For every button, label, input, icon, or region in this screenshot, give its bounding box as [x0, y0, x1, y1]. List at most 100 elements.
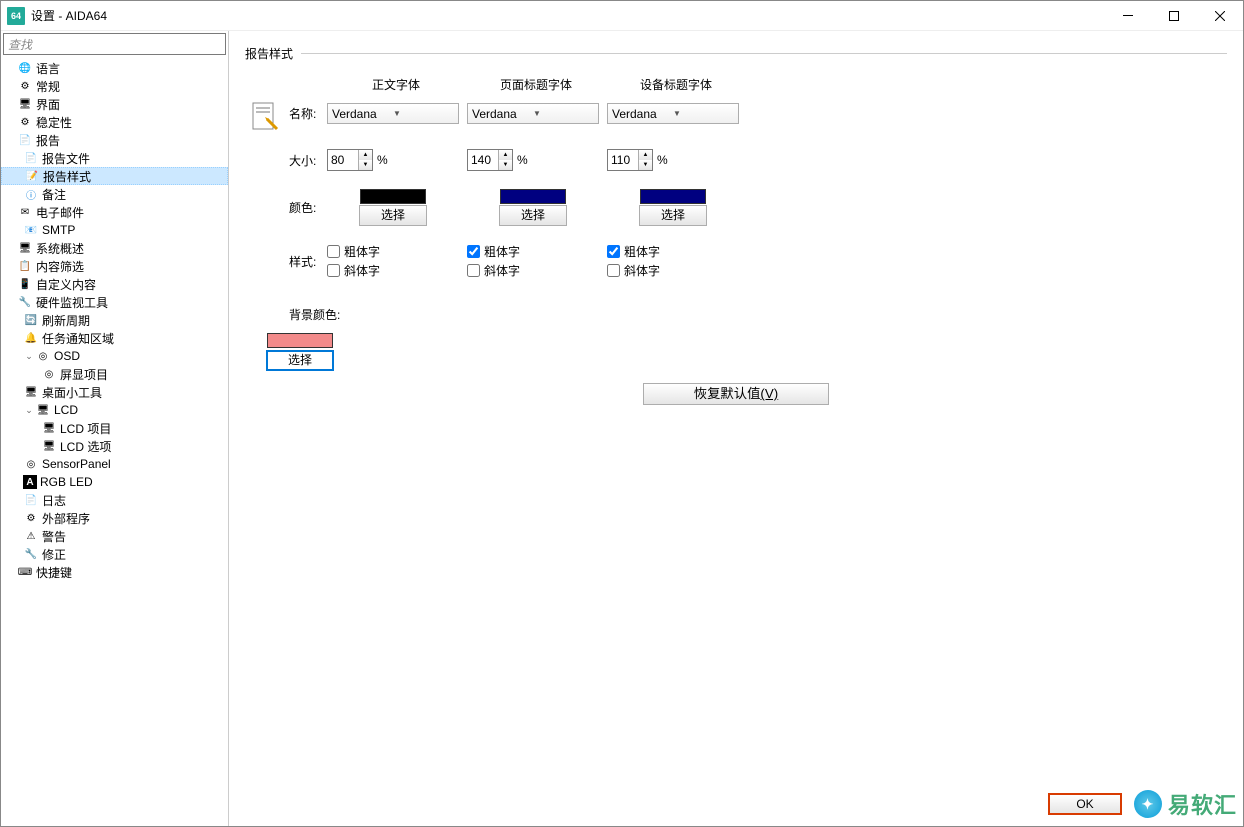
spin-down[interactable]: ▼	[499, 160, 512, 170]
bg-section-title: 背景颜色:	[245, 306, 340, 323]
tree-lcd-items[interactable]: 🖥LCD 项目	[1, 419, 228, 437]
rgb-icon: A	[23, 475, 37, 489]
tree-rgbled[interactable]: ARGB LED	[1, 473, 228, 491]
minimize-button[interactable]	[1105, 1, 1151, 31]
tree-lcd-options[interactable]: 🖥LCD 选项	[1, 437, 228, 455]
section-title: 报告样式	[245, 45, 293, 62]
chevron-down-icon[interactable]: ⌄	[23, 405, 35, 416]
tree-label: 刷新周期	[42, 312, 90, 329]
italic-device-checkbox[interactable]	[607, 264, 620, 277]
tree-lcd[interactable]: ⌄🖥LCD	[1, 401, 228, 419]
spin-up[interactable]: ▲	[359, 150, 372, 160]
sensor-icon: ◎	[23, 456, 39, 472]
tree-sysoverview[interactable]: 🖥系统概述	[1, 239, 228, 257]
tree-smtp[interactable]: 📧SMTP	[1, 221, 228, 239]
col-body-header: 正文字体	[327, 72, 465, 101]
tree-hwmon[interactable]: 🔧硬件监视工具	[1, 293, 228, 311]
italic-body-checkbox[interactable]	[327, 264, 340, 277]
size-device-spinner[interactable]: ▲▼	[607, 149, 653, 171]
tree-report-style[interactable]: 📝报告样式	[1, 167, 228, 185]
check-label: 粗体字	[624, 243, 660, 260]
bg-select-button[interactable]: 选择	[266, 350, 334, 371]
bold-device-checkbox[interactable]	[607, 245, 620, 258]
row-color-label: 颜色:	[245, 199, 325, 216]
tree-label: 常规	[36, 78, 60, 95]
tree-osd-items[interactable]: ◎屏显项目	[1, 365, 228, 383]
size-page-input[interactable]	[468, 150, 498, 170]
spin-up[interactable]: ▲	[639, 150, 652, 160]
filter-icon: 📋	[17, 258, 33, 274]
size-body-input[interactable]	[328, 150, 358, 170]
color-page-select-button[interactable]: 选择	[499, 205, 567, 226]
style-icon: 📝	[24, 168, 40, 184]
tree-contentfilter[interactable]: 📋内容筛选	[1, 257, 228, 275]
dropdown-value: Verdana	[472, 107, 533, 121]
search-input[interactable]: 查找	[3, 33, 226, 55]
tree-report-file[interactable]: 📄报告文件	[1, 149, 228, 167]
bold-body-checkbox[interactable]	[327, 245, 340, 258]
titlebar: 64 设置 - AIDA64	[1, 1, 1243, 31]
tree-gadget[interactable]: 🖥桌面小工具	[1, 383, 228, 401]
osd-icon: ◎	[35, 348, 51, 364]
tree-email[interactable]: ✉电子邮件	[1, 203, 228, 221]
tree-log[interactable]: 📄日志	[1, 491, 228, 509]
color-device-swatch	[640, 189, 706, 204]
watermark-icon: ✦	[1134, 790, 1162, 818]
spin-down[interactable]: ▼	[359, 160, 372, 170]
tree-label: SMTP	[42, 223, 75, 237]
tree-label: 界面	[36, 96, 60, 113]
tree-general[interactable]: ⚙常规	[1, 77, 228, 95]
tree-label: 警告	[42, 528, 66, 545]
tree-hotkey[interactable]: ⌨快捷键	[1, 563, 228, 581]
size-device-input[interactable]	[608, 150, 638, 170]
tree-external[interactable]: ⚙外部程序	[1, 509, 228, 527]
font-page-dropdown[interactable]: Verdana▼	[467, 103, 599, 124]
dropdown-value: Verdana	[612, 107, 673, 121]
tree-interface[interactable]: 🖥界面	[1, 95, 228, 113]
restore-defaults-button[interactable]: 恢复默认值(V)	[643, 383, 829, 405]
spin-down[interactable]: ▼	[639, 160, 652, 170]
ok-button[interactable]: OK	[1048, 793, 1122, 815]
tree-refresh[interactable]: 🔄刷新周期	[1, 311, 228, 329]
tree-label: 自定义内容	[36, 276, 96, 293]
refresh-icon: 🔄	[23, 312, 39, 328]
size-body-spinner[interactable]: ▲▼	[327, 149, 373, 171]
maximize-button[interactable]	[1151, 1, 1197, 31]
globe-icon: 🌐	[17, 60, 33, 76]
tree-sensorpanel[interactable]: ◎SensorPanel	[1, 455, 228, 473]
close-button[interactable]	[1197, 1, 1243, 31]
font-body-dropdown[interactable]: Verdana▼	[327, 103, 459, 124]
watermark-text: 易软汇	[1168, 788, 1237, 820]
tree-language[interactable]: 🌐语言	[1, 59, 228, 77]
color-page-swatch	[500, 189, 566, 204]
tree-remarks[interactable]: ⓘ备注	[1, 185, 228, 203]
spin-up[interactable]: ▲	[499, 150, 512, 160]
tree-osd[interactable]: ⌄◎OSD	[1, 347, 228, 365]
monitor-icon: 🖥	[17, 96, 33, 112]
check-label: 斜体字	[624, 262, 660, 279]
italic-page-checkbox[interactable]	[467, 264, 480, 277]
tree-label: 电子邮件	[36, 204, 84, 221]
tree-fix[interactable]: 🔧修正	[1, 545, 228, 563]
tree-label: 报告	[36, 132, 60, 149]
percent-label: %	[517, 153, 528, 167]
tree-alert[interactable]: ⚠警告	[1, 527, 228, 545]
info-icon: ⓘ	[23, 186, 39, 202]
tree-tasknotify[interactable]: 🔔任务通知区域	[1, 329, 228, 347]
check-label: 斜体字	[484, 262, 520, 279]
tree-label: 语言	[36, 60, 60, 77]
tree-label: OSD	[54, 349, 80, 363]
color-device-select-button[interactable]: 选择	[639, 205, 707, 226]
tree-customcontent[interactable]: 📱自定义内容	[1, 275, 228, 293]
dropdown-value: Verdana	[332, 107, 393, 121]
size-page-spinner[interactable]: ▲▼	[467, 149, 513, 171]
notify-icon: 🔔	[23, 330, 39, 346]
chevron-down-icon: ▼	[673, 109, 734, 118]
bold-page-checkbox[interactable]	[467, 245, 480, 258]
tree-label: 报告样式	[43, 168, 91, 185]
tree-stability[interactable]: ⚙稳定性	[1, 113, 228, 131]
tree-report[interactable]: 📄报告	[1, 131, 228, 149]
chevron-down-icon[interactable]: ⌄	[23, 351, 35, 362]
color-body-select-button[interactable]: 选择	[359, 205, 427, 226]
font-device-dropdown[interactable]: Verdana▼	[607, 103, 739, 124]
